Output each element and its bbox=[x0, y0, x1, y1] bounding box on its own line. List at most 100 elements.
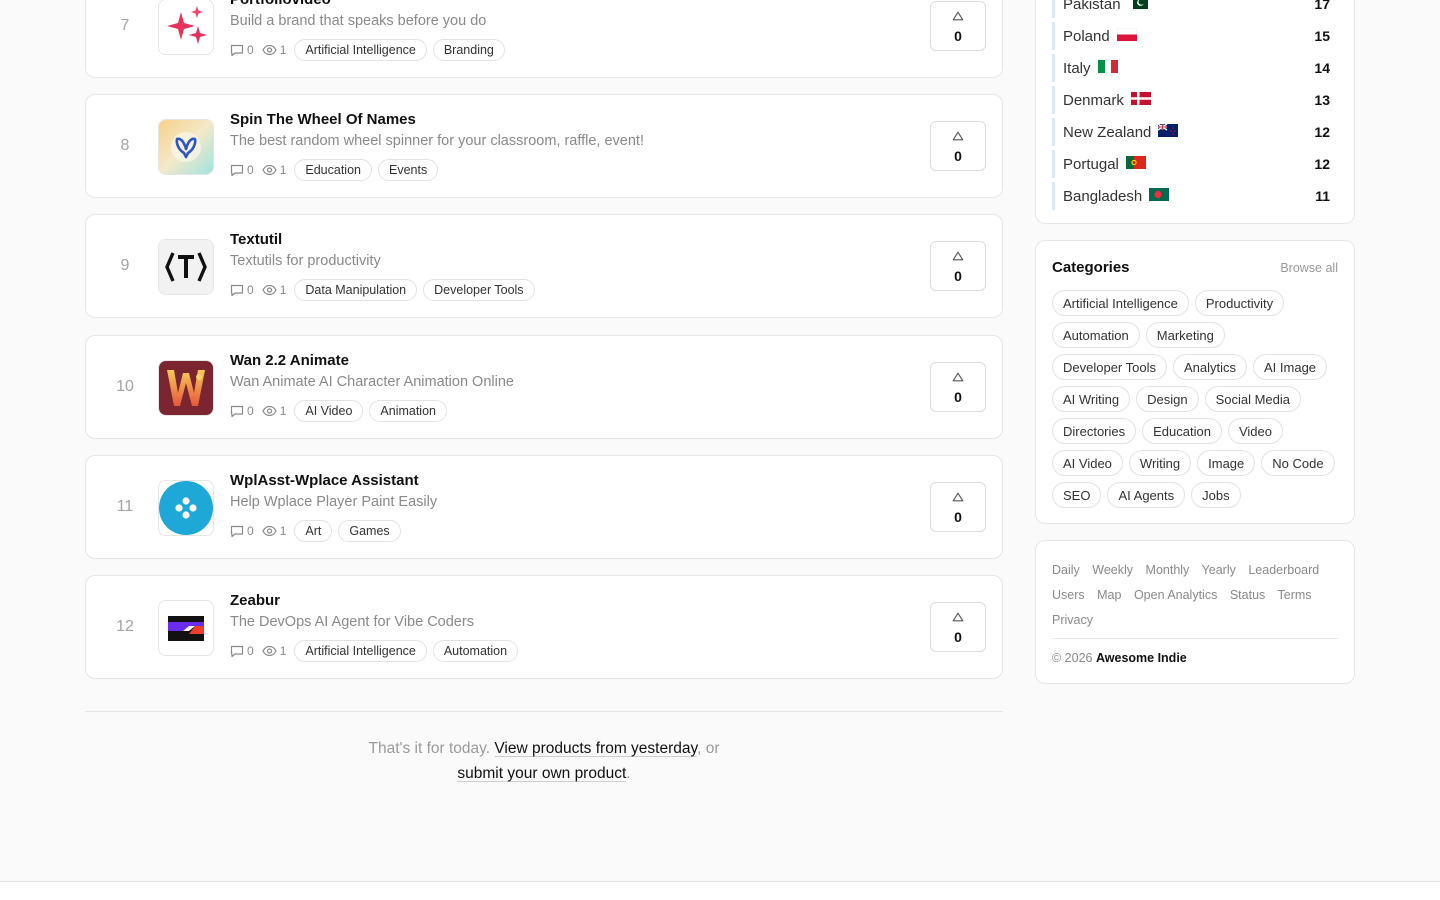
footer-link[interactable]: Yearly bbox=[1202, 563, 1236, 577]
comment-icon bbox=[230, 164, 244, 177]
product-name[interactable]: Wan 2.2 Animate bbox=[230, 352, 349, 369]
footer-link[interactable]: Open Analytics bbox=[1134, 588, 1217, 602]
product-meta: 0 1 Artificial Intelligence Branding bbox=[230, 39, 505, 61]
product-card[interactable]: 8 Spin The Wheel Of Names The best rando… bbox=[85, 94, 1003, 198]
footer-link[interactable]: Daily bbox=[1052, 563, 1080, 577]
category-tag[interactable]: Productivity bbox=[1194, 290, 1285, 316]
comment-icon bbox=[230, 284, 244, 297]
category-tag[interactable]: Writing bbox=[1128, 450, 1192, 476]
product-tag[interactable]: AI Video bbox=[294, 400, 364, 422]
product-tag[interactable]: Automation bbox=[432, 640, 519, 662]
category-tag[interactable]: AI Agents bbox=[1107, 482, 1186, 508]
product-meta: 0 1 Art Games bbox=[230, 520, 401, 542]
product-tag[interactable]: Education bbox=[294, 159, 372, 181]
product-logo[interactable] bbox=[158, 119, 214, 175]
upvote-button[interactable]: 0 bbox=[930, 482, 986, 532]
category-tag[interactable]: Developer Tools bbox=[1052, 354, 1167, 380]
w-letter-icon bbox=[159, 361, 213, 415]
category-tag[interactable]: Analytics bbox=[1172, 354, 1248, 380]
product-tag[interactable]: Artificial Intelligence bbox=[294, 640, 427, 662]
footer-link[interactable]: Privacy bbox=[1052, 613, 1093, 627]
product-name[interactable]: Zeabur bbox=[230, 592, 280, 609]
country-row[interactable]: Denmark 13 bbox=[1052, 86, 1338, 114]
product-tag[interactable]: Artificial Intelligence bbox=[294, 39, 427, 61]
upvote-count: 0 bbox=[954, 28, 962, 44]
product-card[interactable]: 9 Textutil Textutils for productivity 0 … bbox=[85, 214, 1003, 318]
product-card[interactable]: 7 Portfoliovideo Build a brand that spea… bbox=[85, 0, 1003, 78]
browse-all-link[interactable]: Browse all bbox=[1280, 261, 1338, 275]
country-name: Pakistan bbox=[1063, 0, 1121, 13]
product-tag[interactable]: Art bbox=[294, 520, 333, 542]
product-tag[interactable]: Games bbox=[338, 520, 401, 542]
category-tag[interactable]: No Code bbox=[1261, 450, 1335, 476]
category-tag[interactable]: Artificial Intelligence bbox=[1052, 290, 1189, 316]
product-logo[interactable] bbox=[158, 239, 214, 295]
product-tag[interactable]: Data Manipulation bbox=[294, 279, 418, 301]
category-tag[interactable]: AI Video bbox=[1052, 450, 1123, 476]
footer-link[interactable]: Weekly bbox=[1092, 563, 1133, 577]
country-row[interactable]: New Zealand 12 bbox=[1052, 118, 1338, 146]
brand-name[interactable]: Awesome Indie bbox=[1096, 651, 1187, 665]
category-tag[interactable]: Education bbox=[1142, 418, 1222, 444]
comment-count[interactable]: 0 bbox=[230, 43, 254, 57]
upvote-button[interactable]: 0 bbox=[930, 121, 986, 171]
product-tag[interactable]: Developer Tools bbox=[423, 279, 535, 301]
eye-icon bbox=[262, 164, 277, 176]
footer-link[interactable]: Map bbox=[1097, 588, 1121, 602]
category-tag[interactable]: Directories bbox=[1052, 418, 1137, 444]
footer-link[interactable]: Status bbox=[1230, 588, 1265, 602]
product-logo[interactable] bbox=[158, 600, 214, 656]
category-tag[interactable]: Social Media bbox=[1204, 386, 1302, 412]
footer-link[interactable]: Monthly bbox=[1146, 563, 1190, 577]
comment-count[interactable]: 0 bbox=[230, 644, 254, 658]
upvote-button[interactable]: 0 bbox=[930, 1, 986, 51]
footer-link[interactable]: Leaderboard bbox=[1248, 563, 1319, 577]
upvote-icon bbox=[952, 369, 964, 387]
product-name[interactable]: Textutil bbox=[230, 231, 282, 248]
category-tag[interactable]: AI Image bbox=[1253, 354, 1328, 380]
product-tag[interactable]: Branding bbox=[432, 39, 505, 61]
country-row[interactable]: Italy 14 bbox=[1052, 54, 1338, 82]
category-tag[interactable]: Jobs bbox=[1191, 482, 1241, 508]
upvote-button[interactable]: 0 bbox=[930, 362, 986, 412]
category-tag[interactable]: Video bbox=[1227, 418, 1283, 444]
product-logo[interactable] bbox=[158, 480, 214, 536]
product-meta: 0 1 Data Manipulation Developer Tools bbox=[230, 279, 535, 301]
product-name[interactable]: Portfoliovideo bbox=[230, 0, 331, 8]
submit-product-link[interactable]: submit your own product bbox=[457, 765, 626, 782]
upvote-button[interactable]: 0 bbox=[930, 241, 986, 291]
country-row[interactable]: Bangladesh 11 bbox=[1052, 182, 1338, 210]
product-name[interactable]: Spin The Wheel Of Names bbox=[230, 111, 416, 128]
product-card[interactable]: 12 Zeabur The DevOps AI Agent for Vibe C… bbox=[85, 575, 1003, 679]
product-meta: 0 1 Education Events bbox=[230, 159, 439, 181]
category-tag[interactable]: Automation bbox=[1052, 322, 1140, 348]
country-name: Bangladesh bbox=[1063, 187, 1143, 205]
yesterday-products-link[interactable]: View products from yesterday bbox=[494, 740, 697, 757]
footer-link[interactable]: Users bbox=[1052, 588, 1085, 602]
country-row[interactable]: Poland 15 bbox=[1052, 22, 1338, 50]
comment-count[interactable]: 0 bbox=[230, 163, 254, 177]
pl-flag-icon bbox=[1116, 27, 1137, 45]
product-card[interactable]: 10 Wan 2.2 Animate Wan Animate AI Charac… bbox=[85, 335, 1003, 439]
product-logo[interactable] bbox=[158, 360, 214, 416]
product-name[interactable]: WplAsst-Wplace Assistant bbox=[230, 472, 419, 489]
product-tag[interactable]: Animation bbox=[369, 400, 447, 422]
country-name: Portugal bbox=[1063, 155, 1119, 173]
comment-count[interactable]: 0 bbox=[230, 524, 254, 538]
list-divider bbox=[85, 711, 1003, 712]
comment-count[interactable]: 0 bbox=[230, 404, 254, 418]
category-tag[interactable]: Image bbox=[1197, 450, 1256, 476]
product-logo[interactable] bbox=[158, 0, 214, 55]
product-card[interactable]: 11 WplAsst-Wplace Assistant Help Wplace … bbox=[85, 455, 1003, 559]
country-count: 14 bbox=[1314, 60, 1330, 76]
footer-link[interactable]: Terms bbox=[1278, 588, 1312, 602]
category-tag[interactable]: Marketing bbox=[1145, 322, 1225, 348]
country-row[interactable]: Portugal 12 bbox=[1052, 150, 1338, 178]
category-tag[interactable]: SEO bbox=[1052, 482, 1102, 508]
comment-count[interactable]: 0 bbox=[230, 283, 254, 297]
category-tag[interactable]: Design bbox=[1136, 386, 1199, 412]
country-row[interactable]: Pakistan 17 bbox=[1052, 0, 1338, 18]
product-tag[interactable]: Events bbox=[377, 159, 439, 181]
upvote-button[interactable]: 0 bbox=[930, 602, 986, 652]
category-tag[interactable]: AI Writing bbox=[1052, 386, 1131, 412]
